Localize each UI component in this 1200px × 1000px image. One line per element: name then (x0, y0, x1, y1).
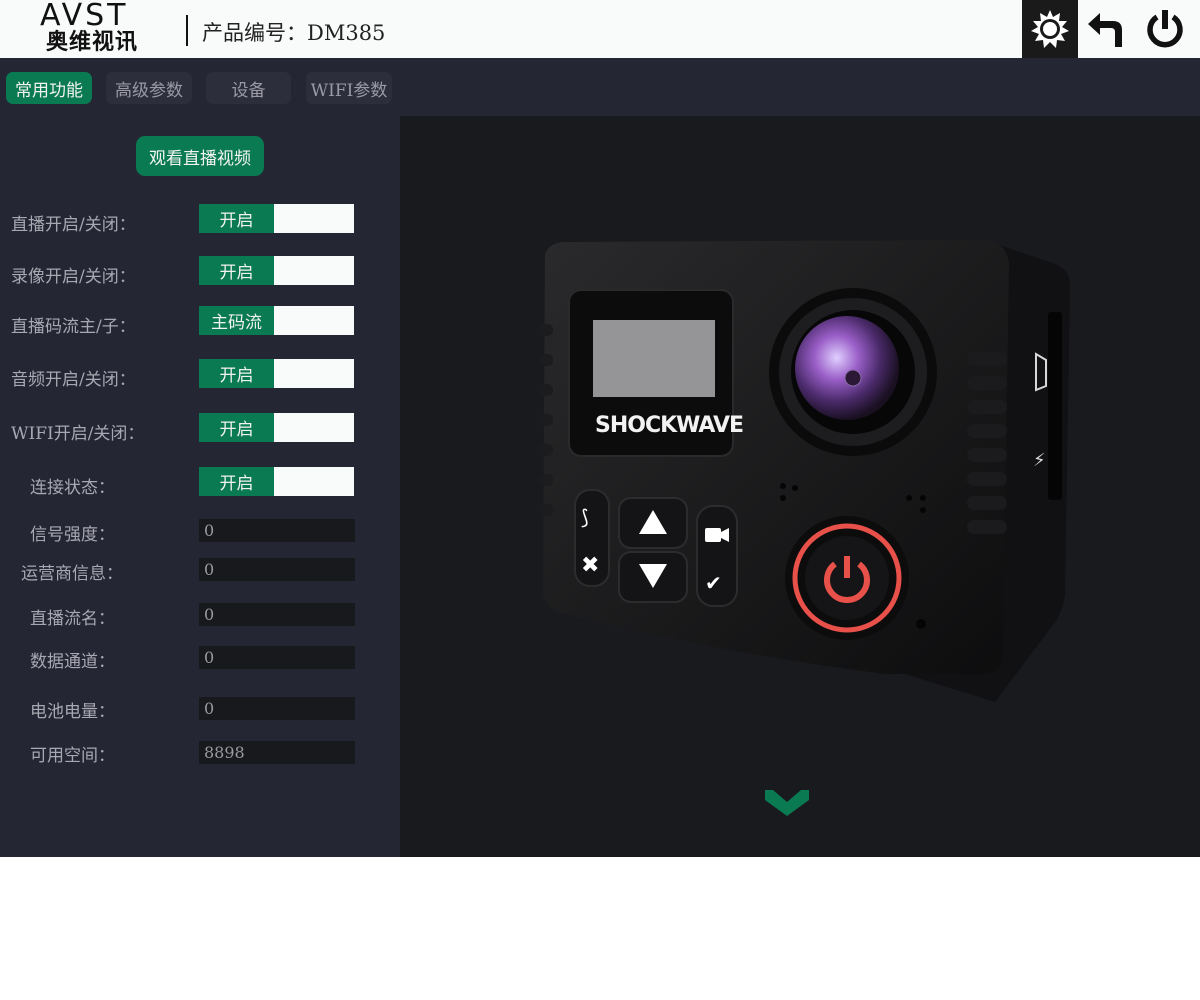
back-button[interactable] (1078, 0, 1134, 58)
tab-wifi-params[interactable]: WIFI参数 (306, 72, 392, 104)
watch-live-button[interactable]: 观看直播视频 (136, 136, 264, 176)
toggle-off-area (274, 306, 354, 335)
logo-subtext: 奥维视讯 (46, 30, 139, 55)
product-number: 产品编号：DM385 (202, 21, 386, 45)
back-arrow-icon (1088, 13, 1122, 47)
svg-text:✔: ✔ (705, 571, 722, 595)
scroll-down-button[interactable] (765, 788, 809, 822)
record-toggle[interactable]: 开启 (199, 256, 354, 285)
stream-name-label: 直播流名： (30, 609, 115, 629)
data-channel-value: 0 (199, 646, 355, 669)
toggle-off-area (274, 467, 354, 496)
tab-advanced-params[interactable]: 高级参数 (106, 72, 192, 104)
tab-device[interactable]: 设备 (206, 72, 291, 104)
avst-logo: AVST 奥维视讯 (40, 0, 152, 56)
tab-bar: 常用功能 高级参数 设备 WIFI参数 (0, 58, 1200, 116)
gear-icon (1031, 10, 1069, 48)
carrier-info-value: 0 (199, 558, 355, 581)
toggle-off-area (274, 413, 354, 442)
audio-toggle[interactable]: 开启 (199, 359, 354, 388)
connection-status-label: 连接状态： (30, 478, 115, 498)
free-space-label: 可用空间： (30, 746, 115, 766)
power-icon (1147, 10, 1183, 48)
svg-text:✖: ✖ (581, 553, 599, 578)
device-preview-panel: ⚡ SHOCKWAVE ⟆ ✖ ✔ (400, 116, 1200, 857)
svg-text:⚡: ⚡ (1033, 450, 1046, 471)
svg-text:⟆: ⟆ (581, 505, 589, 529)
header: AVST 奥维视讯 产品编号：DM385 (0, 0, 1200, 58)
power-button[interactable] (1137, 0, 1193, 58)
toggle-off-area (274, 256, 354, 285)
chevron-down-icon (765, 790, 809, 816)
carrier-info-label: 运营商信息： (21, 564, 123, 584)
toggle-off-area (274, 204, 354, 233)
toggle-value: 开启 (199, 204, 274, 233)
logo-text: AVST (40, 0, 129, 33)
camera-brand-text: SHOCKWAVE (595, 413, 743, 438)
record-toggle-label: 录像开启/关闭： (11, 267, 136, 287)
battery-level-label: 电池电量： (30, 702, 115, 722)
action-camera-image: ⚡ SHOCKWAVE ⟆ ✖ ✔ (539, 240, 1070, 702)
settings-panel: 观看直播视频 直播开启/关闭： 开启 录像开启/关闭： 开启 直播码流主/子： … (0, 116, 400, 857)
toggle-value: 开启 (199, 256, 274, 285)
toggle-value: 开启 (199, 413, 274, 442)
free-space-value: 8898 (199, 741, 355, 764)
battery-level-value: 0 (199, 697, 355, 720)
stream-toggle[interactable]: 主码流 (199, 306, 354, 335)
data-channel-label: 数据通道： (30, 652, 115, 672)
connection-status-toggle[interactable]: 开启 (199, 467, 354, 496)
stream-toggle-label: 直播码流主/子： (11, 317, 136, 337)
live-toggle-label: 直播开启/关闭： (11, 215, 136, 235)
header-divider (186, 15, 188, 46)
toggle-value: 主码流 (199, 306, 274, 335)
audio-toggle-label: 音频开启/关闭： (11, 370, 136, 390)
stream-name-value: 0 (199, 603, 355, 626)
live-toggle[interactable]: 开启 (199, 204, 354, 233)
settings-button[interactable] (1022, 0, 1078, 58)
wifi-toggle-label: WIFI开启/关闭： (11, 424, 145, 444)
toggle-value: 开启 (199, 359, 274, 388)
toggle-off-area (274, 359, 354, 388)
tab-common-functions[interactable]: 常用功能 (6, 72, 92, 104)
signal-strength-label: 信号强度： (30, 525, 115, 545)
signal-strength-value: 0 (199, 519, 355, 542)
toggle-value: 开启 (199, 467, 274, 496)
wifi-toggle[interactable]: 开启 (199, 413, 354, 442)
